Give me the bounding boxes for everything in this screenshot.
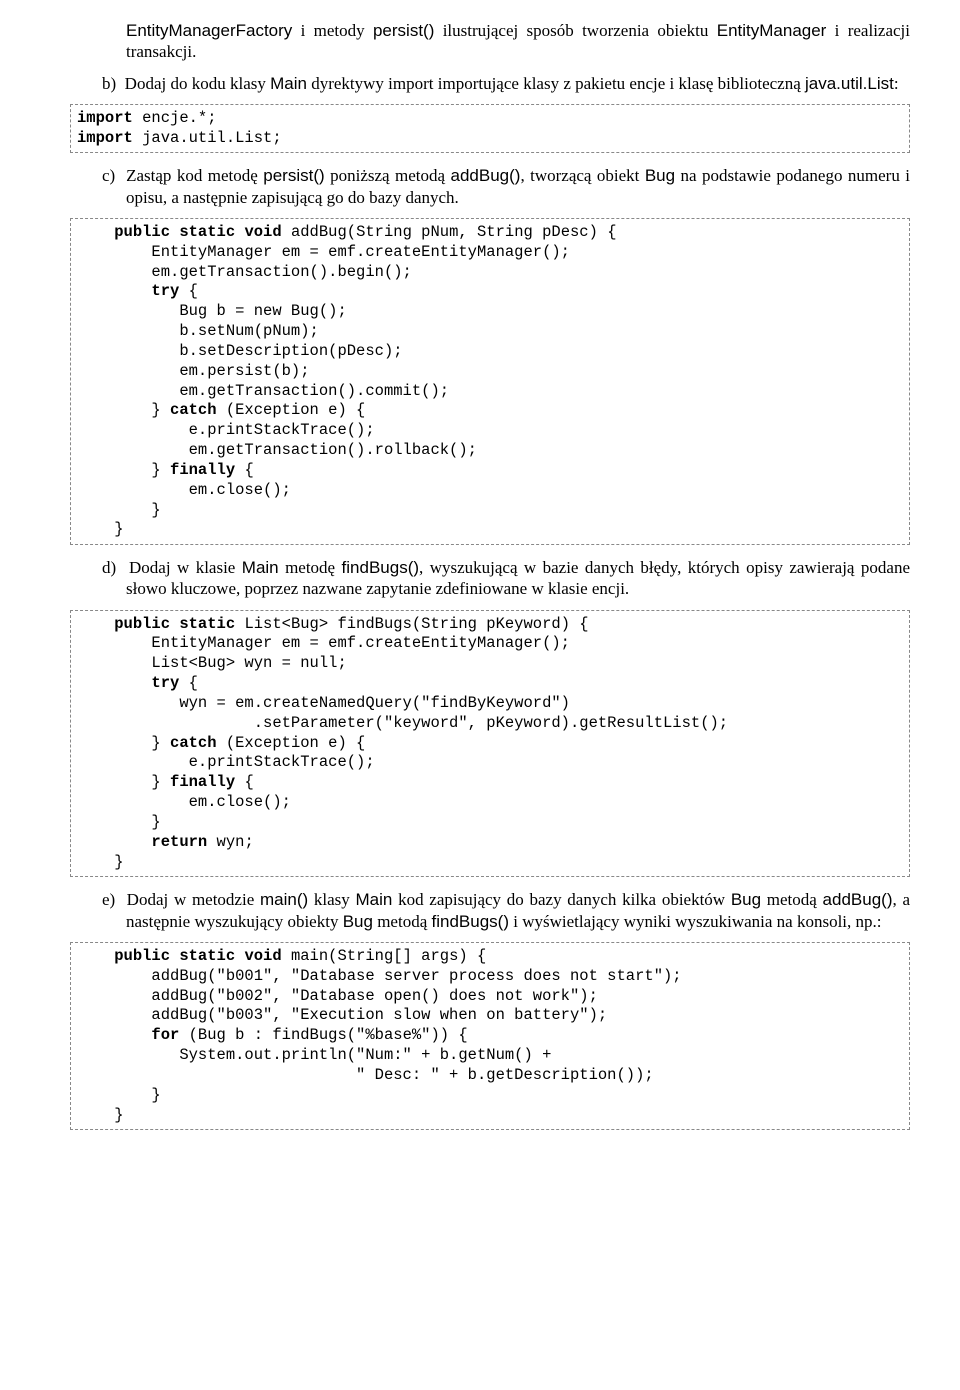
- keyword: for: [151, 1026, 179, 1044]
- code-term: addBug(): [451, 166, 521, 185]
- text: Zastąp kod metodę: [126, 166, 263, 185]
- text: metodą: [761, 890, 822, 909]
- list-marker: d): [102, 558, 116, 577]
- code-term: Bug: [343, 912, 373, 931]
- item-d-paragraph: d) Dodaj w klasie Main metodę findBugs()…: [126, 557, 910, 600]
- code-term: Main: [242, 558, 279, 577]
- text: metodę: [279, 558, 342, 577]
- code-text: encje.*;: [133, 109, 217, 127]
- code-term: Bug: [645, 166, 675, 185]
- code-term: Main: [270, 74, 307, 93]
- code-term: findBugs(): [432, 912, 509, 931]
- code-term: Main: [355, 890, 392, 909]
- list-marker: b): [102, 74, 116, 93]
- text: kod zapisujący do bazy danych kilka obie…: [392, 890, 730, 909]
- code-text: java.util.List;: [133, 129, 282, 147]
- intro-paragraph: EntityManagerFactory i metody persist() …: [126, 20, 910, 63]
- text: Dodaj w metodzie: [127, 890, 260, 909]
- keyword: public static void: [114, 223, 281, 241]
- code-term: Bug: [731, 890, 761, 909]
- list-marker: c): [102, 166, 115, 185]
- keyword: finally: [170, 773, 235, 791]
- text: metodą: [373, 912, 432, 931]
- item-c-paragraph: c) Zastąp kod metodę persist() poniższą …: [126, 165, 910, 208]
- keyword: public static void: [114, 947, 281, 965]
- code-term: persist(): [263, 166, 324, 185]
- text: i wyświetlający wyniki wyszukiwania na k…: [509, 912, 882, 931]
- text: dyrektywy import importujące klasy z pak…: [307, 74, 805, 93]
- text: Dodaj w klasie: [129, 558, 242, 577]
- text: , tworzącą obiekt: [520, 166, 644, 185]
- code-term: EntityManager: [717, 21, 827, 40]
- code-term: findBugs(): [342, 558, 419, 577]
- keyword: import: [77, 109, 133, 127]
- code-term: EntityManagerFactory: [126, 21, 292, 40]
- text: :: [894, 74, 899, 93]
- text: poniższą metodą: [325, 166, 451, 185]
- code-term: java.util.List: [805, 74, 894, 93]
- item-b-paragraph: b) Dodaj do kodu klasy Main dyrektywy im…: [126, 73, 910, 94]
- code-text: [77, 615, 114, 633]
- keyword: catch: [170, 401, 217, 419]
- code-term: persist(): [373, 21, 434, 40]
- list-marker: e): [102, 890, 115, 909]
- keyword: catch: [170, 734, 217, 752]
- text: Dodaj do kodu klasy: [125, 74, 270, 93]
- code-term: addBug(): [823, 890, 893, 909]
- code-term: main(): [260, 890, 308, 909]
- keyword: public static: [114, 615, 235, 633]
- keyword: import: [77, 129, 133, 147]
- text: ilustrującej sposób tworzenia obiektu: [434, 21, 716, 40]
- keyword: try: [151, 674, 179, 692]
- code-block-d: public static List<Bug> findBugs(String …: [70, 610, 910, 878]
- keyword: return: [151, 833, 207, 851]
- code-block-e: public static void main(String[] args) {…: [70, 942, 910, 1130]
- code-block-c: public static void addBug(String pNum, S…: [70, 218, 910, 545]
- code-text: [77, 223, 114, 241]
- code-text: [77, 947, 114, 965]
- text: i metody: [292, 21, 373, 40]
- code-text: { Bug b = new Bug(); b.setNum(pNum); b.s…: [77, 282, 449, 419]
- item-e-paragraph: e) Dodaj w metodzie main() klasy Main ko…: [126, 889, 910, 932]
- keyword: try: [151, 282, 179, 300]
- text: klasy: [308, 890, 355, 909]
- code-block-b: import encje.*; import java.util.List;: [70, 104, 910, 154]
- keyword: finally: [170, 461, 235, 479]
